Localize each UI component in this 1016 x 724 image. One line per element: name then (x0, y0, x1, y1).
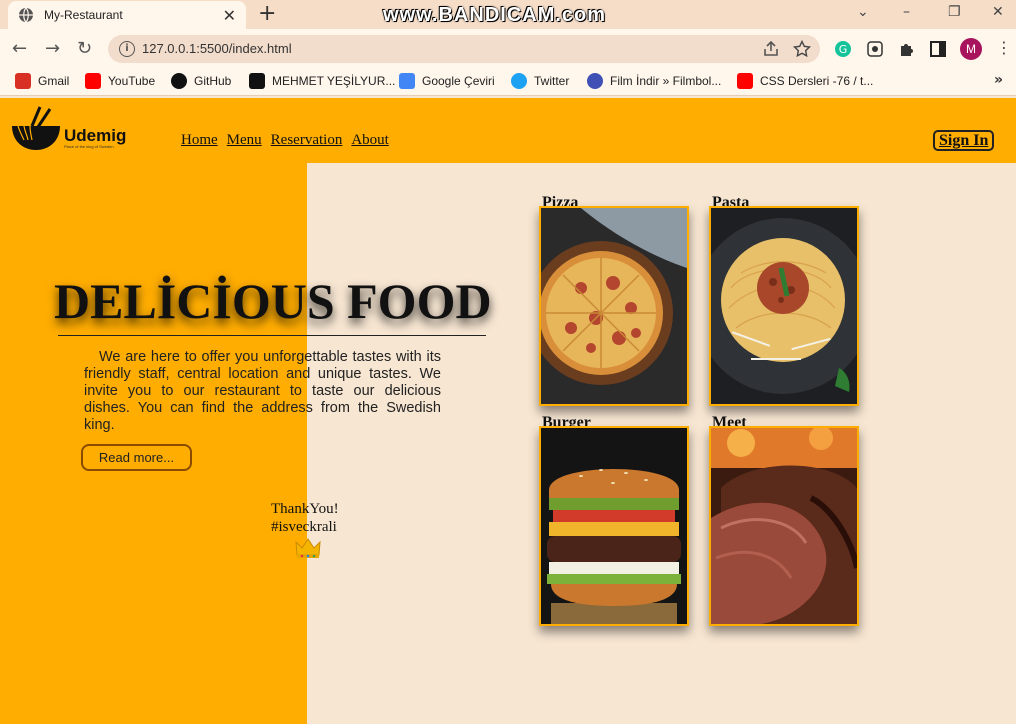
youtube-icon (737, 73, 753, 89)
tab-title: My-Restaurant (44, 8, 123, 22)
bookmark-css-dersleri[interactable]: CSS Dersleri -76 / t... (737, 73, 873, 89)
twitter-icon (511, 73, 527, 89)
url-text[interactable]: 127.0.0.1:5500/index.html (142, 41, 292, 56)
bookmark-film[interactable]: Film İndir » Filmbol... (587, 73, 721, 89)
recording-watermark: www.BANDICAM.com (383, 4, 607, 26)
github-icon (171, 73, 187, 89)
grammarly-icon[interactable]: G (834, 40, 852, 58)
profile-avatar[interactable]: M (960, 38, 982, 60)
extension-icon[interactable] (866, 40, 884, 58)
film-icon (587, 73, 603, 89)
bookmark-twitter[interactable]: Twitter (511, 73, 569, 89)
burger-card[interactable] (539, 426, 689, 626)
pasta-card[interactable] (709, 206, 859, 406)
forward-icon[interactable]: → (45, 39, 60, 59)
side-panel-icon[interactable] (929, 40, 947, 58)
more-bookmarks-icon[interactable]: » (994, 72, 1003, 88)
bookmark-google-translate[interactable]: Google Çeviri (399, 73, 495, 89)
globe-icon (19, 7, 33, 23)
nav-menu[interactable]: Menu (227, 132, 262, 149)
nav-reservation[interactable]: Reservation (271, 132, 343, 149)
gmail-icon (15, 73, 31, 89)
google-translate-icon (399, 73, 415, 89)
meet-card[interactable] (709, 426, 859, 626)
tab-search-icon[interactable]: ⌄ (857, 4, 869, 20)
restore-button[interactable]: ❐ (948, 4, 961, 20)
noodle-bowl-logo-icon[interactable] (10, 106, 62, 152)
nav-about[interactable]: About (351, 132, 389, 149)
pasta-image (711, 208, 857, 404)
thanks-note: ThankYou! #isveckrali (271, 500, 339, 536)
bookmark-star-icon[interactable] (793, 40, 811, 58)
bookmark-youtube[interactable]: YouTube (85, 73, 155, 89)
hero-divider (58, 335, 486, 336)
pizza-image (541, 208, 687, 404)
hero-title: DELİCİOUS FOOD (54, 273, 492, 329)
minimize-button[interactable]: – (903, 4, 910, 20)
logo-tagline: Place of the king of Sweden (64, 144, 114, 149)
back-icon[interactable]: ← (12, 39, 27, 59)
pizza-card[interactable] (539, 206, 689, 406)
crown-icon (295, 538, 321, 558)
bookmark-github[interactable]: GitHub (171, 73, 231, 89)
thanks-text: ThankYou! (271, 501, 339, 517)
share-icon[interactable] (762, 40, 780, 58)
hero-description: We are here to offer you unforgettable t… (84, 349, 441, 433)
medium-icon (249, 73, 265, 89)
bookmark-gmail[interactable]: Gmail (15, 73, 69, 89)
burger-image (541, 428, 687, 624)
close-window-button[interactable]: ✕ (992, 4, 1004, 20)
browser-menu-icon[interactable]: ⋮ (996, 38, 1012, 57)
hashtag-text: #isveckrali (271, 519, 337, 535)
nav-home[interactable]: Home (181, 132, 218, 149)
puzzle-icon[interactable] (898, 40, 916, 58)
meet-image (711, 428, 857, 624)
close-tab-icon[interactable]: ✕ (223, 6, 236, 25)
youtube-icon (85, 73, 101, 89)
reload-icon[interactable]: ↻ (77, 39, 92, 59)
read-more-button[interactable]: Read more... (81, 444, 192, 471)
browser-tab[interactable]: My-Restaurant ✕ (8, 1, 246, 29)
svg-text:G: G (839, 43, 848, 56)
main-nav: Home Menu Reservation About (181, 132, 389, 149)
bookmark-mehmet[interactable]: MEHMET YEŞİLYUR... (249, 73, 395, 89)
site-info-icon[interactable]: i (119, 41, 135, 57)
site-header (0, 98, 1016, 163)
sign-in-button[interactable]: Sign In (933, 130, 995, 151)
new-tab-button[interactable]: + (258, 2, 276, 26)
logo-name[interactable]: Udemig (64, 126, 126, 146)
